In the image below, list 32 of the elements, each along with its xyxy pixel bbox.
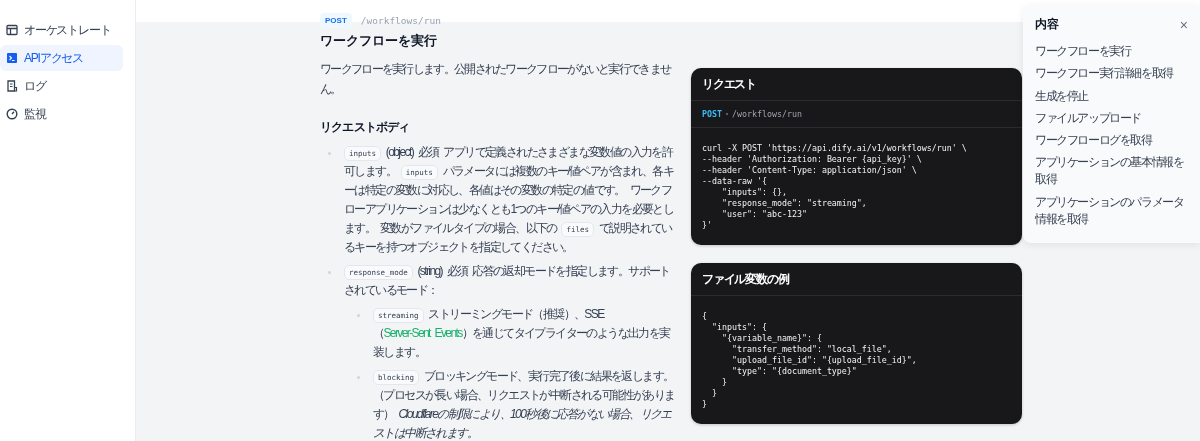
- toc-link[interactable]: アプリケーションのパラメータ情報を取得: [1035, 193, 1188, 228]
- endpoint-path: /workflows/run: [360, 15, 441, 26]
- panel-title: 内容: [1035, 16, 1059, 33]
- page-title: ワークフローを実行: [320, 33, 438, 50]
- gauge-icon: [6, 108, 18, 120]
- terminal-icon: [6, 52, 18, 64]
- code-text: { "inputs": { "{variable_name}": { "transfer_method": "local_file", "upload_file_id": "{upload_file_id}", "type": "{document_type}" } } }: [701, 310, 918, 411]
- toc-link[interactable]: ワークフロー実行詳細を取得: [1035, 65, 1188, 83]
- toc-link[interactable]: ワークフローを実行: [1035, 43, 1188, 60]
- bullet-icon: [328, 152, 331, 155]
- description: ワークフローを実行します。公開されたワークフローがないと実行できません。: [320, 61, 672, 98]
- code-text: curl -X POST 'https://api.dify.ai/v1/workflows/run' \ --header 'Authorization: Bearer {api_key}' \ --header 'Content-Type: application/json' \ --data-raw '{ "inputs": {}, "response_mode": "streaming", "user": "abc-123" }': [701, 142, 968, 232]
- section-heading: リクエストボディ: [320, 119, 411, 136]
- close-icon[interactable]: ×: [1179, 17, 1188, 32]
- layout-icon: [6, 24, 18, 36]
- nav-item[interactable]: オーケストレート: [0, 17, 123, 43]
- nav-item[interactable]: ログ: [0, 73, 123, 99]
- method-badge: POST: [320, 13, 352, 28]
- toc-link[interactable]: アプリケーションの基本情報を取得: [1035, 154, 1188, 189]
- toc-link[interactable]: ワークフローログを取得: [1035, 132, 1188, 150]
- toc-link[interactable]: 生成を停止: [1035, 87, 1188, 105]
- bullet-icon: [328, 271, 331, 274]
- document-icon: [6, 80, 18, 92]
- panel-title: リクエスト: [702, 75, 756, 93]
- toc-link[interactable]: ファイルアップロード: [1035, 109, 1188, 127]
- nav-item[interactable]: 監視: [0, 101, 123, 127]
- bullet-icon: [357, 314, 360, 317]
- method-label: POST: [702, 109, 722, 119]
- panel-title: ファイル変数の例: [702, 270, 789, 288]
- endpoint-path: /workflows/run: [732, 109, 802, 119]
- nav-item[interactable]: APIアクセス: [0, 45, 123, 71]
- bullet-icon: [357, 376, 360, 379]
